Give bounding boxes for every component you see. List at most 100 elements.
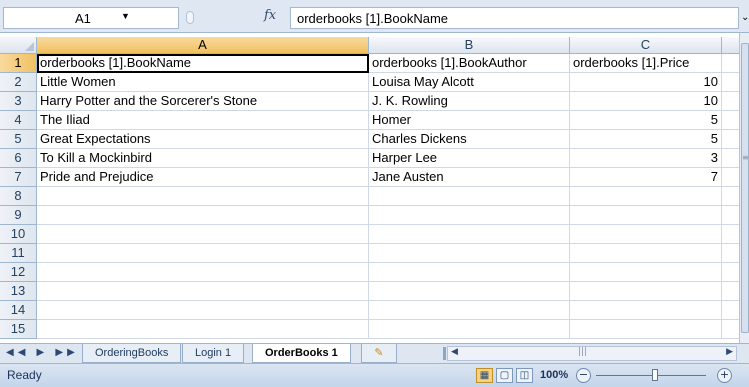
cell-c4[interactable]: 5 (570, 111, 722, 130)
cell-b1[interactable]: orderbooks [1].BookAuthor (369, 54, 570, 73)
cell-b11[interactable] (369, 244, 570, 263)
row-header[interactable]: 12 (0, 263, 37, 282)
zoom-level[interactable]: 100% (540, 369, 568, 381)
scroll-right-icon[interactable]: ▶ (726, 347, 733, 357)
horizontal-scrollbar[interactable]: ◀ ||| ▶ (447, 346, 737, 361)
vertical-scroll-thumb[interactable] (741, 43, 749, 333)
zoom-out-button[interactable]: − (576, 368, 591, 383)
cell-filler[interactable] (722, 263, 739, 282)
cell-c12[interactable] (570, 263, 722, 282)
cell-a12[interactable] (37, 263, 369, 282)
cell-filler[interactable] (722, 54, 739, 73)
cell-b9[interactable] (369, 206, 570, 225)
row-header[interactable]: 11 (0, 244, 37, 263)
name-box[interactable]: A1 ▼ (3, 7, 179, 29)
row-header[interactable]: 15 (0, 320, 37, 339)
row-header[interactable]: 7 (0, 168, 37, 187)
cell-c3[interactable]: 10 (570, 92, 722, 111)
cell-a13[interactable] (37, 282, 369, 301)
row-header[interactable]: 1 (0, 54, 37, 73)
formula-input[interactable]: orderbooks [1].BookName (290, 7, 739, 29)
cell-a1[interactable]: orderbooks [1].BookName (37, 54, 369, 73)
page-layout-view-button[interactable]: ▢ (496, 368, 513, 383)
cell-c13[interactable] (570, 282, 722, 301)
cell-b10[interactable] (369, 225, 570, 244)
row-header[interactable]: 6 (0, 149, 37, 168)
row-header[interactable]: 8 (0, 187, 37, 206)
cell-b4[interactable]: Homer (369, 111, 570, 130)
zoom-slider-thumb[interactable] (652, 369, 658, 381)
cell-b14[interactable] (369, 301, 570, 320)
cell-c2[interactable]: 10 (570, 73, 722, 92)
sheet-tab[interactable]: Login 1 (182, 344, 245, 363)
zoom-slider[interactable] (596, 375, 706, 376)
row-header[interactable]: 9 (0, 206, 37, 225)
cell-c9[interactable] (570, 206, 722, 225)
cell-a11[interactable] (37, 244, 369, 263)
cell-filler[interactable] (722, 111, 739, 130)
cell-filler[interactable] (722, 130, 739, 149)
cell-b3[interactable]: J. K. Rowling (369, 92, 570, 111)
cell-c5[interactable]: 5 (570, 130, 722, 149)
cell-b2[interactable]: Louisa May Alcott (369, 73, 570, 92)
cell-filler[interactable] (722, 301, 739, 320)
cell-filler[interactable] (722, 320, 739, 339)
cell-b15[interactable] (369, 320, 570, 339)
cell-filler[interactable] (722, 206, 739, 225)
row-header[interactable]: 13 (0, 282, 37, 301)
vertical-scrollbar[interactable]: ≡ (739, 33, 749, 343)
cell-c8[interactable] (570, 187, 722, 206)
cell-a14[interactable] (37, 301, 369, 320)
cell-a4[interactable]: The Iliad (37, 111, 369, 130)
row-header[interactable]: 14 (0, 301, 37, 320)
row-header[interactable]: 10 (0, 225, 37, 244)
cell-a8[interactable] (37, 187, 369, 206)
select-all-corner[interactable] (0, 37, 37, 54)
cell-c7[interactable]: 7 (570, 168, 722, 187)
cell-filler[interactable] (722, 92, 739, 111)
cell-c11[interactable] (570, 244, 722, 263)
cell-a3[interactable]: Harry Potter and the Sorcerer's Stone (37, 92, 369, 111)
cell-a9[interactable] (37, 206, 369, 225)
cell-b13[interactable] (369, 282, 570, 301)
zoom-in-button[interactable]: + (717, 368, 732, 383)
row-header[interactable]: 3 (0, 92, 37, 111)
normal-view-button[interactable]: ▦ (476, 368, 493, 383)
cell-filler[interactable] (722, 244, 739, 263)
cell-a7[interactable]: Pride and Prejudice (37, 168, 369, 187)
cell-b7[interactable]: Jane Austen (369, 168, 570, 187)
cell-b8[interactable] (369, 187, 570, 206)
row-header[interactable]: 2 (0, 73, 37, 92)
cell-a6[interactable]: To Kill a Mockinbird (37, 149, 369, 168)
cell-b12[interactable] (369, 263, 570, 282)
tab-split-handle[interactable] (443, 347, 446, 360)
cell-c15[interactable] (570, 320, 722, 339)
expand-formula-bar-icon[interactable]: ⌄ (741, 12, 749, 23)
cell-filler[interactable] (722, 225, 739, 244)
column-header-b[interactable]: B (369, 37, 570, 54)
row-header[interactable]: 4 (0, 111, 37, 130)
cell-a10[interactable] (37, 225, 369, 244)
cell-c6[interactable]: 3 (570, 149, 722, 168)
sheet-nav-icons[interactable]: ◀◀ ▶ ▶▶ (6, 347, 79, 358)
formula-bar-splitter[interactable] (186, 11, 194, 24)
cell-b6[interactable]: Harper Lee (369, 149, 570, 168)
cell-filler[interactable] (722, 149, 739, 168)
cell-filler[interactable] (722, 168, 739, 187)
cell-filler[interactable] (722, 187, 739, 206)
cell-c10[interactable] (570, 225, 722, 244)
cell-c14[interactable] (570, 301, 722, 320)
scroll-left-icon[interactable]: ◀ (451, 347, 458, 357)
cell-c1[interactable]: orderbooks [1].Price (570, 54, 722, 73)
column-header-a[interactable]: A (37, 37, 369, 54)
page-break-preview-button[interactable]: ◫ (516, 368, 533, 383)
cell-filler[interactable] (722, 73, 739, 92)
worksheet-grid[interactable]: ABC 1 orderbooks [1].BookName orderbooks [… (0, 33, 739, 343)
cell-a15[interactable] (37, 320, 369, 339)
insert-function-icon[interactable]: fx (264, 8, 276, 23)
cell-filler[interactable] (722, 282, 739, 301)
cell-a2[interactable]: Little Women (37, 73, 369, 92)
cell-a5[interactable]: Great Expectations (37, 130, 369, 149)
column-header-c[interactable]: C (570, 37, 722, 54)
sheet-tab[interactable]: OrderBooks 1 (252, 344, 351, 363)
